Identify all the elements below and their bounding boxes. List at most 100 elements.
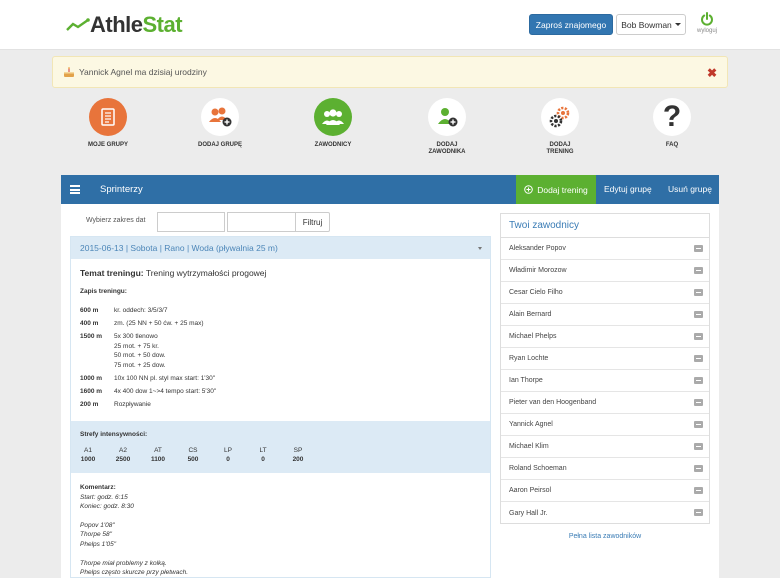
- record-line: 5x 300 tlenowo: [114, 333, 158, 340]
- athlete-name: Roland Schoeman: [509, 465, 567, 472]
- athlete-name: Aaron Peirsol: [509, 487, 552, 494]
- power-icon: [701, 12, 713, 26]
- remove-athlete-icon[interactable]: [694, 245, 703, 252]
- record-distance: 400 m: [80, 320, 99, 327]
- athletes-panel: Twoi zawodnicy Aleksander Popov Władimir…: [500, 213, 710, 524]
- nav-add-group[interactable]: DODAJ GRUPĘ: [175, 98, 265, 149]
- logo-graph-icon: [66, 18, 90, 31]
- zone-name: LP: [224, 447, 232, 454]
- cake-icon: [64, 67, 74, 77]
- comment-line: Phelps 1'05": [80, 540, 117, 548]
- nav-add-athlete[interactable]: DODAJ ZAWODNIKA: [402, 98, 492, 156]
- zone-value: 1000: [80, 456, 96, 463]
- remove-athlete-icon[interactable]: [694, 487, 703, 494]
- record-row: 1000 m 10x 100 NN pl. styl max start: 1'3…: [80, 374, 215, 384]
- zones-title: Strefy intensywności:: [80, 431, 148, 438]
- training-topic: Temat treningu: Trening wytrzymałości pr…: [80, 268, 266, 278]
- athlete-name: Ryan Lochte: [509, 355, 549, 362]
- zone-value: 500: [187, 456, 199, 463]
- date-to-input[interactable]: [227, 212, 296, 232]
- athlestat-logo[interactable]: AthleStat: [66, 12, 183, 37]
- comment-line: Phelps często skurcze przy płetwach.: [80, 569, 189, 577]
- athletes-title: Twoi zawodnicy: [501, 214, 709, 238]
- date-from-input[interactable]: [157, 212, 225, 232]
- logo-prefix: Athle: [90, 12, 143, 37]
- athlete-name: Michael Phelps: [509, 333, 557, 340]
- athlete-row[interactable]: Pieter van den Hoogenband: [501, 392, 709, 414]
- nav-add-athlete-label-line2: ZAWODNIKA: [428, 149, 466, 155]
- zone-value: 2500: [115, 456, 131, 463]
- nav-athletes[interactable]: ZAWODNICY: [288, 98, 378, 149]
- athlete-row[interactable]: Ryan Lochte: [501, 348, 709, 370]
- record-row: 1500 m 5x 300 tlenowo 25 mot. + 75 kr. 50 m…: [80, 332, 166, 370]
- remove-athlete-icon[interactable]: [694, 333, 703, 340]
- remove-athlete-icon[interactable]: [694, 377, 703, 384]
- remove-athlete-icon[interactable]: [694, 399, 703, 406]
- top-header: AthleStat Zaproś znajomego Bob Bowman wy…: [0, 0, 780, 50]
- record-distance: 1600 m: [80, 388, 103, 395]
- logout-button[interactable]: wyloguj: [692, 12, 722, 40]
- add-athlete-icon: [428, 98, 466, 136]
- nav-athletes-label: ZAWODNICY: [314, 142, 352, 148]
- zone-lt: LT 0: [248, 446, 278, 464]
- user-name: Bob Bowman: [621, 19, 672, 30]
- birthday-alert: Yannick Agnel ma dzisiaj urodziny ✖: [52, 56, 728, 88]
- record-line: 10x 100 NN pl. styl max start: 1'30": [114, 375, 216, 382]
- remove-athlete-icon[interactable]: [694, 421, 703, 428]
- nav-add-group-label: DODAJ GRUPĘ: [197, 142, 242, 148]
- hamburger-menu-icon[interactable]: [70, 185, 80, 194]
- athlete-row[interactable]: Michael Phelps: [501, 326, 709, 348]
- remove-athlete-icon[interactable]: [694, 465, 703, 472]
- record-row: 200 m Rozpływanie: [80, 400, 151, 410]
- comment-line: Koniec: godz. 8:30: [80, 503, 134, 511]
- athlete-row[interactable]: Gary Hall Jr.: [501, 502, 709, 524]
- remove-athlete-icon[interactable]: [694, 355, 703, 362]
- document-icon: [89, 98, 127, 136]
- athlete-row[interactable]: Aaron Peirsol: [501, 480, 709, 502]
- athlete-row[interactable]: Aleksander Popov: [501, 238, 709, 260]
- gears-icon: [541, 98, 579, 136]
- remove-athlete-icon[interactable]: [694, 443, 703, 450]
- close-icon[interactable]: ✖: [707, 67, 717, 79]
- athlete-row[interactable]: Yannick Agnel: [501, 414, 709, 436]
- athlete-name: Aleksander Popov: [509, 245, 566, 252]
- zone-a2: A2 2500: [108, 446, 138, 464]
- remove-athlete-icon[interactable]: [694, 509, 703, 516]
- zone-value: 1100: [150, 456, 166, 463]
- zone-at: AT 1100: [143, 446, 173, 464]
- add-group-icon: [201, 98, 239, 136]
- comment-line: Popov 1'08": [80, 521, 115, 529]
- remove-athlete-icon[interactable]: [694, 267, 703, 274]
- nav-faq-label: FAQ: [665, 142, 679, 148]
- athlete-row[interactable]: Ian Thorpe: [501, 370, 709, 392]
- user-menu-button[interactable]: Bob Bowman: [616, 14, 686, 35]
- athlete-row[interactable]: Michael Klim: [501, 436, 709, 458]
- logout-label: wyloguj: [696, 28, 717, 34]
- record-row: 1600 m 4x 400 dow 1~>4 tempo start: 5'30": [80, 387, 216, 397]
- add-training-button[interactable]: Dodaj trening: [516, 175, 596, 204]
- training-header[interactable]: 2015-06-13 | Sobota | Rano | Woda (pływa…: [71, 237, 490, 259]
- nav-add-training[interactable]: DODAJ TRENING: [515, 98, 605, 156]
- intensity-zones: Strefy intensywności: A1 1000 A2 2500 AT 11…: [71, 421, 490, 473]
- remove-athlete-icon[interactable]: [694, 311, 703, 318]
- zone-name: CS: [188, 447, 198, 454]
- delete-group-button[interactable]: Usuń grupę: [668, 184, 712, 194]
- comment-line: Start: godz. 6:15: [80, 493, 128, 501]
- remove-athlete-icon[interactable]: [694, 289, 703, 296]
- zone-lp: LP 0: [213, 446, 243, 464]
- invite-friend-button[interactable]: Zaproś znajomego: [529, 14, 613, 35]
- full-athletes-list-link[interactable]: Pełna lista zawodników: [500, 533, 710, 540]
- edit-group-button[interactable]: Edytuj grupę: [604, 184, 652, 194]
- athlete-row[interactable]: Władimir Morozow: [501, 260, 709, 282]
- nav-faq[interactable]: ? FAQ: [627, 98, 717, 149]
- filter-button[interactable]: Filtruj: [295, 212, 330, 232]
- zone-name: A2: [119, 447, 127, 454]
- athlete-row[interactable]: Cesar Cielo Filho: [501, 282, 709, 304]
- athletes-group-icon: [314, 98, 352, 136]
- athlete-row[interactable]: Roland Schoeman: [501, 458, 709, 480]
- nav-my-groups[interactable]: MOJE GRUPY: [63, 98, 153, 149]
- group-name: Sprinterzy: [100, 184, 143, 195]
- nav-my-groups-label: MOJE GRUPY: [87, 142, 128, 148]
- athlete-row[interactable]: Alain Bernard: [501, 304, 709, 326]
- record-line: Rozpływanie: [114, 401, 151, 408]
